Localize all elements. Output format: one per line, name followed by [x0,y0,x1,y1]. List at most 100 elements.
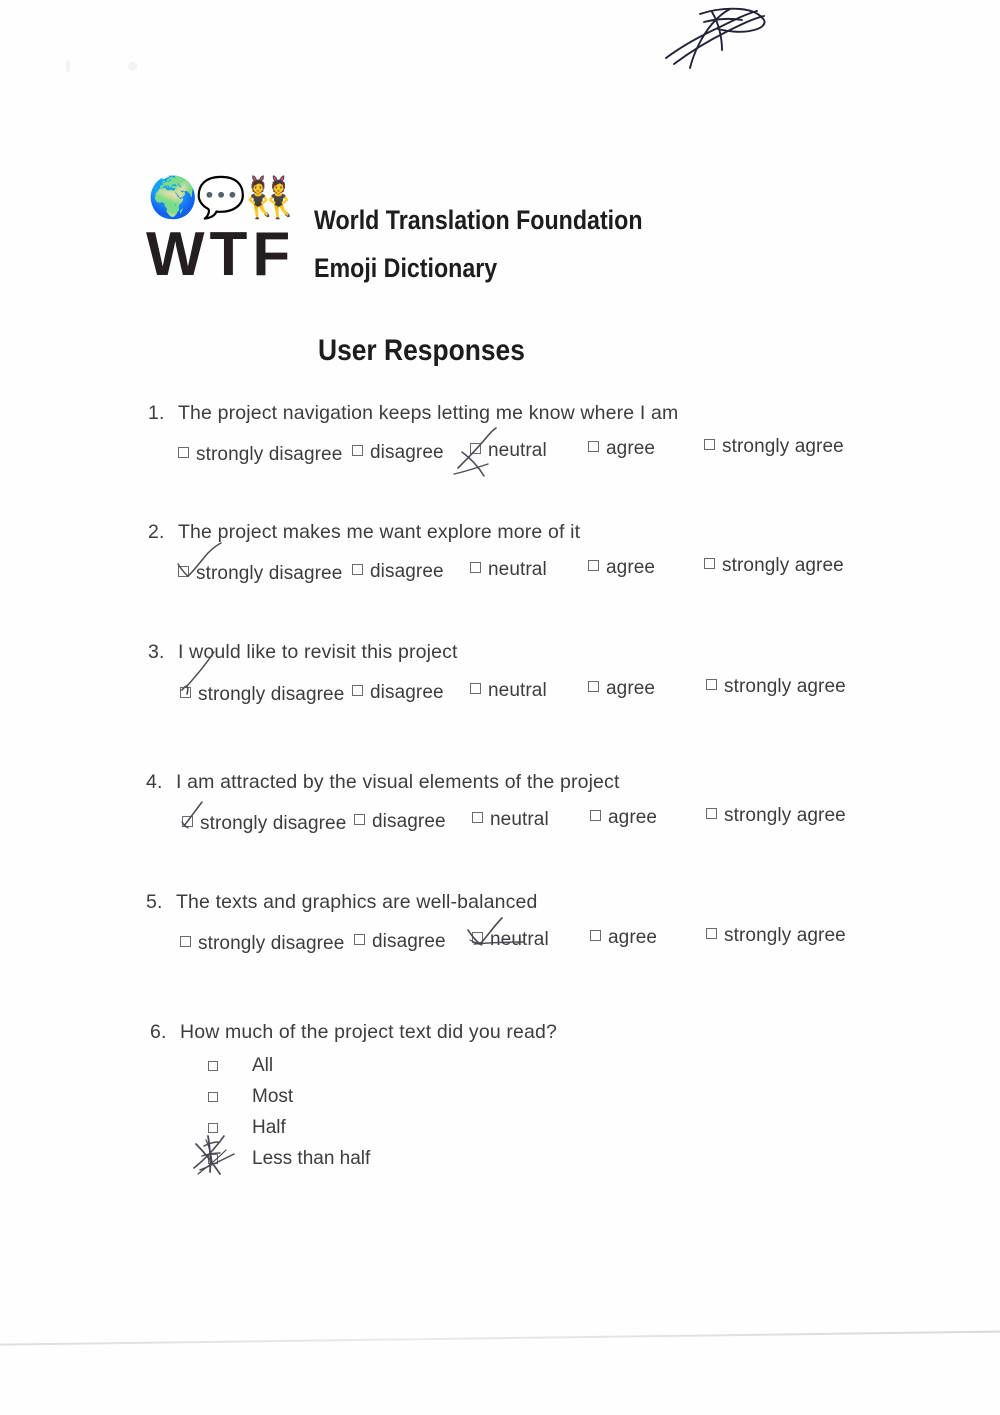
checkbox-icon[interactable] [706,927,717,939]
option-label: disagree [370,682,444,703]
checkbox-icon[interactable] [590,929,601,941]
checkbox-icon[interactable] [588,559,599,571]
option-label: strongly agree [722,436,844,457]
question-6-option-less-than-half[interactable]: Less than half [208,1148,370,1170]
option-label: agree [606,557,656,578]
question-4-number: 4. [146,771,163,793]
question-5-number: 5. [146,891,163,913]
question-3-option-strongly-agree[interactable]: strongly agree [706,676,846,698]
scan-speck [128,62,137,71]
question-1-option-strongly-agree[interactable]: strongly agree [704,436,844,458]
question-1-number: 1. [148,402,165,424]
question-4-option-strongly-agree[interactable]: strongly agree [706,805,846,827]
question-5-option-neutral[interactable]: neutral [472,929,549,951]
option-label: neutral [490,809,549,830]
page-title: User Responses [318,334,525,367]
question-3-option-neutral[interactable]: neutral [470,680,547,702]
question-1-option-disagree[interactable]: disagree [352,442,444,464]
checkbox-icon[interactable] [470,682,481,694]
option-label: Most [252,1086,294,1107]
organization-name: World Translation Foundation Emoji Dicti… [314,196,696,292]
logo-emoji-row: 🌍 💬 👯 [148,176,294,224]
option-label: disagree [370,561,444,582]
checkbox-icon[interactable] [178,565,189,577]
option-label: strongly agree [724,676,846,697]
question-2-option-neutral[interactable]: neutral [470,559,547,581]
option-label: strongly disagree [196,563,343,584]
question-6-text: How much of the project text did you rea… [180,1021,557,1043]
question-5-option-strongly-agree[interactable]: strongly agree [706,925,846,947]
checkbox-icon[interactable] [706,807,717,819]
checkbox-icon[interactable] [470,561,481,573]
people-with-bunny-ears-icon: 👯 [244,176,294,220]
option-label: neutral [488,680,547,701]
question-1-option-neutral[interactable]: neutral [470,440,547,462]
scan-speck [66,60,70,73]
option-label: disagree [372,931,446,952]
checkbox-icon[interactable] [354,813,365,825]
globe-showing-europe-africa-icon: 🌍 [148,176,198,220]
question-1-option-agree[interactable]: agree [588,438,655,460]
question-4-option-agree[interactable]: agree [590,807,657,829]
question-6-option-all[interactable]: All [208,1055,273,1077]
question-4-option-disagree[interactable]: disagree [354,811,446,833]
question-4-heading: 4. I am attracted by the visual elements… [146,771,620,794]
checkbox-icon[interactable] [208,1123,218,1133]
option-label: agree [606,438,656,459]
checkbox-icon[interactable] [352,563,363,575]
question-1-option-strongly-disagree[interactable]: strongly disagree [178,444,342,466]
checkbox-icon[interactable] [706,678,717,690]
speech-balloon-icon: 💬 [196,176,246,220]
option-label: strongly agree [724,925,846,946]
option-label: neutral [488,559,547,580]
checkbox-icon[interactable] [208,1092,218,1102]
checkbox-icon[interactable] [704,438,715,450]
checkbox-icon[interactable] [704,557,715,569]
checkbox-icon[interactable] [472,811,483,823]
option-label: strongly disagree [198,933,345,954]
checkbox-icon[interactable] [182,815,193,827]
checkbox-icon[interactable] [180,686,191,698]
checkbox-icon[interactable] [208,1061,218,1071]
option-label: neutral [488,440,547,461]
option-label: agree [608,927,658,948]
question-2-option-strongly-agree[interactable]: strongly agree [704,555,844,577]
question-5-option-disagree[interactable]: disagree [354,931,446,953]
option-label: strongly disagree [198,684,345,705]
question-2-option-strongly-disagree[interactable]: strongly disagree [178,563,342,585]
organization-name-line2: Emoji Dictionary [314,253,498,283]
checkbox-icon[interactable] [180,935,191,947]
question-2-number: 2. [148,521,165,543]
checkbox-icon[interactable] [208,1154,218,1164]
question-6-heading: 6. How much of the project text did you … [150,1021,557,1044]
question-5-heading: 5. The texts and graphics are well-balan… [146,891,538,914]
checkbox-icon[interactable] [352,684,363,696]
question-2-heading: 2. The project makes me want explore mor… [148,521,580,544]
checkbox-icon[interactable] [588,440,599,452]
checkbox-icon[interactable] [590,809,601,821]
question-1-heading: 1. The project navigation keeps letting … [148,402,678,425]
question-6-option-most[interactable]: Most [208,1086,293,1108]
question-5-option-strongly-disagree[interactable]: strongly disagree [180,933,344,955]
checkbox-icon[interactable] [352,444,363,456]
question-3-option-agree[interactable]: agree [588,678,655,700]
question-6-option-half[interactable]: Half [208,1117,286,1139]
checkbox-icon[interactable] [588,680,599,692]
question-5-option-agree[interactable]: agree [590,927,657,949]
checkbox-icon[interactable] [354,933,365,945]
question-6-number: 6. [150,1021,167,1043]
option-label: agree [606,678,656,699]
question-3-option-disagree[interactable]: disagree [352,682,444,704]
checkbox-icon[interactable] [178,446,189,458]
question-4-option-strongly-disagree[interactable]: strongly disagree [182,813,346,835]
option-label: Half [252,1117,286,1138]
question-3-option-strongly-disagree[interactable]: strongly disagree [180,684,344,706]
question-2-option-agree[interactable]: agree [588,557,655,579]
question-1-text: The project navigation keeps letting me … [178,402,679,424]
checkbox-icon[interactable] [470,442,481,454]
question-2-option-disagree[interactable]: disagree [352,561,444,583]
question-4-option-neutral[interactable]: neutral [472,809,549,831]
question-2-text: The project makes me want explore more o… [178,521,581,543]
checkbox-icon[interactable] [472,931,483,943]
option-label: disagree [370,442,444,463]
